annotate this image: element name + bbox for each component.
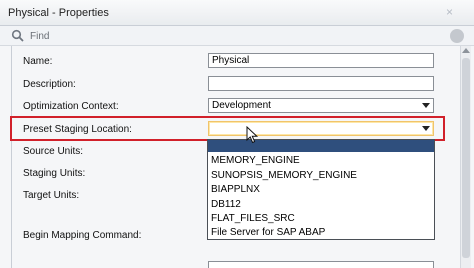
dropdown-option[interactable]: File Server for SAP ABAP xyxy=(208,227,434,239)
dropdown-option[interactable]: SUNOPSIS_MEMORY_ENGINE xyxy=(208,170,434,182)
name-field[interactable]: Physical xyxy=(208,53,434,68)
description-field[interactable] xyxy=(208,76,434,91)
target-units-label: Target Units: xyxy=(23,190,80,201)
chevron-down-icon[interactable] xyxy=(422,126,430,131)
clear-search-icon[interactable] xyxy=(450,29,464,43)
preset-staging-location-select[interactable] xyxy=(208,121,434,136)
optimization-context-value: Development xyxy=(212,100,271,111)
dropdown-option[interactable]: DB112 xyxy=(208,199,434,211)
name-label: Name: xyxy=(23,56,53,67)
scrollbar-thumb[interactable] xyxy=(462,58,470,258)
scroll-up-icon[interactable] xyxy=(462,48,470,53)
begin-mapping-command-field[interactable] xyxy=(208,261,434,268)
preset-staging-location-dropdown-list: MEMORY_ENGINE SUNOPSIS_MEMORY_ENGINE BIA… xyxy=(207,139,435,240)
optimization-context-label: Optimization Context: xyxy=(23,101,119,112)
mouse-pointer-icon xyxy=(246,126,259,144)
chevron-down-icon[interactable] xyxy=(422,103,430,108)
begin-mapping-command-label: Begin Mapping Command: xyxy=(23,230,142,241)
dropdown-option[interactable]: BIAPPLNX xyxy=(208,184,434,196)
optimization-context-select[interactable]: Development xyxy=(208,98,434,113)
source-units-label: Source Units: xyxy=(23,146,84,157)
window-title: Physical - Properties xyxy=(8,7,109,19)
find-input[interactable] xyxy=(30,29,410,43)
search-icon xyxy=(11,29,24,42)
dropdown-option[interactable]: FLAT_FILES_SRC xyxy=(208,213,434,225)
staging-units-label: Staging Units: xyxy=(23,168,86,179)
dropdown-option[interactable]: MEMORY_ENGINE xyxy=(208,155,434,167)
vertical-scrollbar[interactable] xyxy=(460,46,471,268)
description-label: Description: xyxy=(23,79,76,90)
title-bar: Physical - Properties × xyxy=(0,0,474,26)
find-bar xyxy=(0,26,474,46)
dropdown-option[interactable] xyxy=(208,140,434,152)
panel-left-border xyxy=(11,46,12,268)
close-icon[interactable]: × xyxy=(446,5,453,19)
